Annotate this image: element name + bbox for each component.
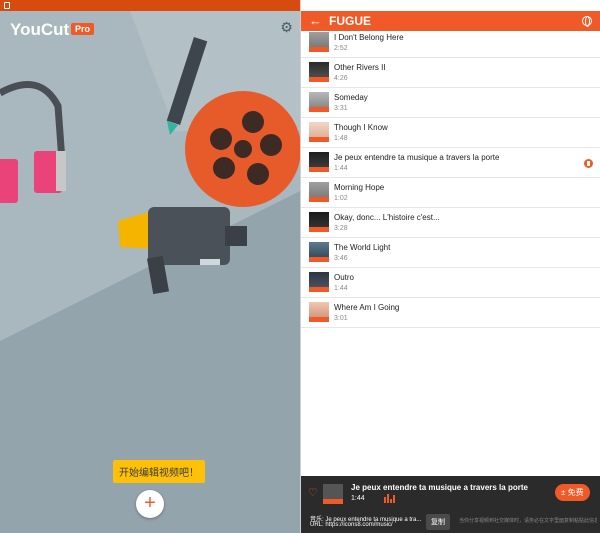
track-row[interactable]: Though I Know 1:48	[301, 118, 600, 148]
track-thumbnail	[309, 212, 329, 232]
track-duration: 3:01	[334, 315, 348, 322]
heart-outline-icon[interactable]: ♡	[308, 486, 318, 499]
track-list: I Don't Belong Here 2:52 Other Rivers II…	[301, 28, 600, 328]
album-title: FUGUE	[329, 14, 371, 28]
track-thumbnail	[309, 32, 329, 52]
now-playing-time: 1:44	[351, 495, 365, 502]
track-duration: 3:46	[334, 255, 348, 262]
track-row[interactable]: Outro 1:44	[301, 268, 600, 298]
track-thumbnail	[309, 92, 329, 112]
notification-icon	[4, 2, 10, 9]
track-title: Okay, donc... L'histoire c'est...	[334, 213, 440, 222]
attribution-note: 当你分享视频到社交媒体时，请务必在文字里面复制粘贴此信息	[459, 518, 597, 524]
equalizer-icon	[384, 494, 395, 503]
status-bar: 3:13	[0, 0, 600, 11]
track-duration: 4:26	[334, 75, 348, 82]
clock: 3:13	[334, 0, 352, 11]
now-playing-indicator-icon[interactable]	[584, 159, 593, 168]
track-duration: 1:44	[334, 285, 348, 292]
pro-badge[interactable]: Pro	[71, 23, 95, 35]
track-thumbnail	[309, 242, 329, 262]
track-duration: 1:44	[334, 165, 348, 172]
gear-icon[interactable]: ⚙	[280, 20, 293, 34]
wifi-icon	[301, 2, 311, 9]
plus-icon: +	[144, 492, 156, 514]
music-url: URL: https://icons8.com/music/	[310, 522, 393, 528]
track-thumbnail	[309, 122, 329, 142]
youcut-home-panel: YouCut Pro ⚙ 开始编辑视频吧！ +	[0, 11, 300, 533]
now-playing-bar: ♡ Je peux entendre ta musique a travers …	[301, 476, 600, 533]
track-duration: 3:28	[334, 225, 348, 232]
signal-icon	[315, 2, 322, 9]
track-row[interactable]: Okay, donc... L'histoire c'est... 3:28	[301, 208, 600, 238]
now-playing-title: Je peux entendre ta musique a travers la…	[351, 483, 528, 492]
track-row[interactable]: I Don't Belong Here 2:52	[301, 28, 600, 58]
track-thumbnail	[309, 302, 329, 322]
track-row[interactable]: Someday 3:31	[301, 88, 600, 118]
track-title: I Don't Belong Here	[334, 33, 404, 42]
track-title: Though I Know	[334, 123, 388, 132]
track-title: Other Rivers II	[334, 63, 386, 72]
home-illustration	[0, 11, 300, 341]
track-thumbnail	[309, 62, 329, 82]
track-duration: 2:52	[334, 45, 348, 52]
track-duration: 1:02	[334, 195, 348, 202]
track-row[interactable]: The World Light 3:46	[301, 238, 600, 268]
start-editing-tooltip: 开始编辑视频吧！	[113, 460, 205, 483]
track-duration: 3:31	[334, 105, 348, 112]
copy-button[interactable]: 复制	[426, 514, 450, 530]
free-download-button[interactable]: ± 免费	[555, 484, 590, 501]
track-title: Morning Hope	[334, 183, 385, 192]
now-playing-thumbnail	[323, 484, 343, 504]
track-row[interactable]: Morning Hope 1:02	[301, 178, 600, 208]
track-title: Je peux entendre ta musique a travers la…	[334, 153, 500, 162]
arrow-left-icon[interactable]: ←	[309, 13, 322, 29]
tooltip-arrow	[145, 478, 155, 483]
track-thumbnail	[309, 272, 329, 292]
track-duration: 1:48	[334, 135, 348, 142]
track-row-playing[interactable]: Je peux entendre ta musique a travers la…	[301, 148, 600, 178]
status-icons: 3:13	[300, 0, 600, 11]
track-thumbnail	[309, 182, 329, 202]
battery-icon	[326, 2, 330, 9]
track-title: Someday	[334, 93, 368, 102]
track-thumbnail	[309, 152, 329, 172]
track-row[interactable]: Other Rivers II 4:26	[301, 58, 600, 88]
globe-icon[interactable]	[582, 16, 592, 27]
track-title: The World Light	[334, 243, 391, 252]
track-title: Outro	[334, 273, 355, 282]
music-album-panel: ← FUGUE I Don't Belong Here 2:52 Other R…	[300, 11, 600, 533]
track-title: Where Am I Going	[334, 303, 400, 312]
add-project-button[interactable]: +	[136, 490, 164, 518]
app-logo-title: YouCut	[10, 20, 70, 39]
track-row[interactable]: Where Am I Going 3:01	[301, 298, 600, 328]
